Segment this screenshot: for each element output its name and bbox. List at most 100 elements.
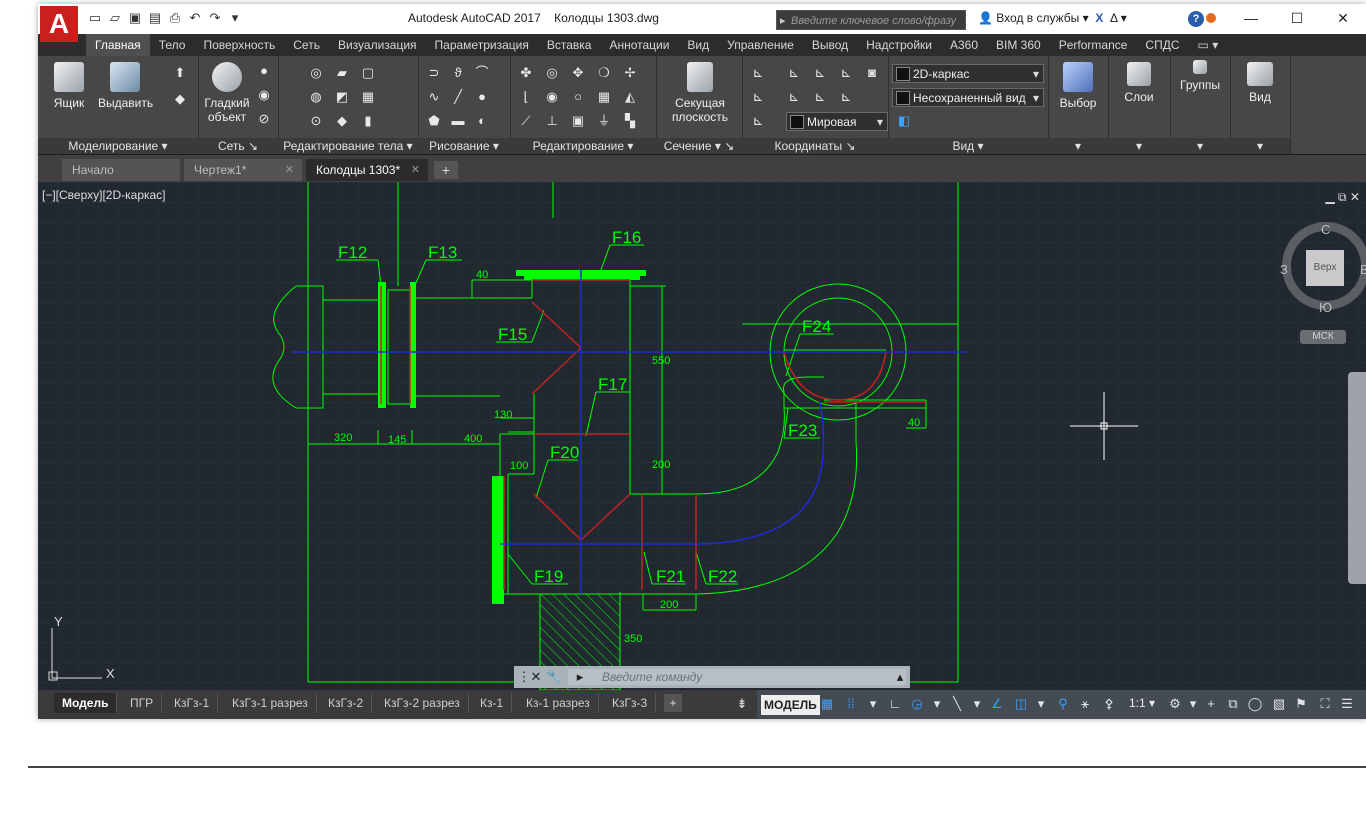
explode-icon[interactable]: ▣: [570, 114, 586, 128]
layout-tab-pgr[interactable]: ПГР: [122, 693, 163, 713]
graphics-performance-icon[interactable]: ▧: [1271, 696, 1287, 712]
clean-screen-icon[interactable]: ⛶: [1317, 696, 1333, 712]
cmd-expand-icon[interactable]: ▴: [892, 669, 908, 685]
compass-east[interactable]: В: [1360, 262, 1366, 277]
navigation-bar[interactable]: [1348, 372, 1366, 584]
mirror-icon[interactable]: ◭: [622, 90, 638, 104]
isolate-objects-icon[interactable]: ⚑: [1293, 696, 1309, 712]
panel-title-modify[interactable]: Редактирование ▾: [510, 138, 656, 154]
polygon-icon[interactable]: ⬟: [426, 114, 442, 128]
customization-icon[interactable]: ☰: [1339, 696, 1355, 712]
smooth-object-button[interactable]: Гладкий объект: [200, 62, 254, 124]
grid-icon[interactable]: ▦: [819, 696, 835, 712]
mesh-crease-icon[interactable]: ⊘: [256, 112, 272, 126]
search-input[interactable]: Введите ключевое слово/фразу: [776, 10, 966, 31]
tab-addins[interactable]: Надстройки: [857, 34, 941, 56]
panel-title-section[interactable]: Сечение ▾ ↘: [656, 138, 742, 154]
erase-icon[interactable]: ✢: [622, 66, 638, 80]
iso-dropdown-icon[interactable]: ▾: [969, 696, 985, 712]
arc-icon[interactable]: ⌒: [474, 66, 490, 80]
isodraft-icon[interactable]: ╲: [949, 696, 965, 712]
autodesk-a360-icon[interactable]: Δ: [1110, 11, 1117, 25]
thicken-icon[interactable]: ◆: [334, 114, 350, 128]
fillet-icon[interactable]: ⌊: [518, 90, 534, 104]
intersect-icon[interactable]: ⊙: [308, 114, 324, 128]
workspace-icon[interactable]: ⚙: [1167, 696, 1183, 712]
trim-icon[interactable]: ✥: [570, 66, 586, 80]
ucs-y-icon[interactable]: ⊾: [812, 90, 828, 104]
ucs-named-icon[interactable]: ⊾: [750, 114, 766, 128]
doc-tab-drawing1[interactable]: Чертеж1* ✕: [184, 159, 302, 181]
array-icon[interactable]: ▦: [596, 90, 612, 104]
qat-dropdown-icon[interactable]: ▾: [228, 11, 242, 25]
offset-icon[interactable]: ○: [570, 90, 586, 104]
signin-button[interactable]: 👤 Вход в службы ▾ X Δ ▾: [978, 11, 1127, 25]
units-icon[interactable]: ⧉: [1225, 696, 1241, 712]
ucs-z-icon[interactable]: ⊾: [812, 66, 828, 80]
cmd-customize-icon[interactable]: 🔧: [546, 669, 562, 685]
undo-icon[interactable]: ↶: [188, 11, 202, 25]
tab-parametric[interactable]: Параметризация: [426, 34, 538, 56]
slice-icon[interactable]: ▰: [334, 66, 350, 80]
box-button[interactable]: Ящик: [42, 62, 96, 110]
layout-tab-kzgz3[interactable]: КзГз-3: [604, 693, 657, 713]
visual-style-combo[interactable]: 2D-каркас: [892, 64, 1044, 84]
tab-a360[interactable]: A360: [941, 34, 987, 56]
osnap-icon[interactable]: ◫: [1013, 696, 1029, 712]
groups-button[interactable]: Группы: [1173, 60, 1227, 92]
union-icon[interactable]: ◎: [308, 66, 324, 80]
drawing-area[interactable]: F12 F13 F15 F16 F17 F19 F20 F21 F22 F23 …: [38, 182, 1366, 690]
tab-insert[interactable]: Вставка: [538, 34, 601, 56]
tab-surface[interactable]: Поверхность: [194, 34, 284, 56]
cmd-recent-icon[interactable]: ▸: [572, 669, 588, 685]
annotation-scale-icon[interactable]: ⚴: [1101, 696, 1117, 712]
tab-mesh[interactable]: Сеть: [284, 34, 329, 56]
panel-title-selection[interactable]: ▾: [1048, 138, 1108, 154]
rectangle-icon[interactable]: ▬: [450, 114, 466, 128]
help-button[interactable]: ?: [1188, 11, 1204, 27]
polar-dropdown-icon[interactable]: ▾: [929, 696, 945, 712]
annotation-visibility-icon[interactable]: ⚲: [1055, 696, 1071, 712]
interfere-icon[interactable]: ◩: [334, 90, 350, 104]
join-icon[interactable]: ▚: [622, 114, 638, 128]
compass-west[interactable]: З: [1280, 262, 1288, 277]
ucs-view-icon[interactable]: ◙: [864, 66, 880, 80]
tab-visualize[interactable]: Визуализация: [329, 34, 426, 56]
layout-tab-kz1-section[interactable]: Кз-1 разрез: [518, 693, 599, 713]
osnap-dropdown-icon[interactable]: ▾: [1033, 696, 1049, 712]
section-plane-button[interactable]: Секущая плоскость: [670, 62, 730, 124]
polysolid-icon[interactable]: ◆: [172, 92, 188, 106]
copy-icon[interactable]: ❍: [596, 66, 612, 80]
extrude-button[interactable]: Выдавить: [98, 62, 153, 110]
print-icon[interactable]: ⎙: [168, 11, 182, 25]
ucs-object-icon[interactable]: ⊾: [838, 90, 854, 104]
ucs-icon[interactable]: ⊾: [750, 66, 766, 80]
move-icon[interactable]: ✤: [518, 66, 534, 80]
add-layout-button[interactable]: +: [664, 694, 682, 712]
viewcube-top-face[interactable]: Верх: [1306, 250, 1344, 286]
exchange-icon[interactable]: X: [1095, 11, 1103, 25]
panel-title-view[interactable]: Вид ▾: [888, 138, 1048, 154]
status-overflow-icon[interactable]: ⇟: [734, 696, 750, 712]
annotation-autoscale-icon[interactable]: ⚹: [1077, 696, 1093, 712]
layers-button[interactable]: Слои: [1112, 62, 1166, 104]
workspace-dropdown-icon[interactable]: ▾: [1185, 696, 1201, 712]
chamfer-icon[interactable]: ⏚: [596, 114, 612, 128]
stretch-icon[interactable]: ⟋: [518, 114, 534, 128]
circle-icon[interactable]: ●: [474, 90, 490, 104]
doc-tab-start[interactable]: Начало: [62, 159, 180, 181]
tab-output[interactable]: Вывод: [803, 34, 857, 56]
layout-tab-kzgz2-section[interactable]: КзГз-2 разрез: [376, 693, 469, 713]
separate-icon[interactable]: ▮: [360, 114, 376, 128]
panel-title-groups[interactable]: ▾: [1170, 138, 1230, 154]
ucs-world-icon[interactable]: ⊾: [750, 90, 766, 104]
panel-title-layers[interactable]: ▾: [1108, 138, 1170, 154]
ortho-icon[interactable]: ∟: [887, 696, 903, 712]
mesh-sphere-icon[interactable]: ●: [256, 64, 272, 78]
panel-title-view-btn[interactable]: ▾: [1230, 138, 1290, 154]
tab-performance[interactable]: Performance: [1050, 34, 1137, 56]
layout-tab-kz1[interactable]: Кз-1: [472, 693, 513, 713]
align-icon[interactable]: ⊥: [544, 114, 560, 128]
compass-north[interactable]: С: [1321, 222, 1330, 237]
new-icon[interactable]: ▭: [88, 11, 102, 25]
